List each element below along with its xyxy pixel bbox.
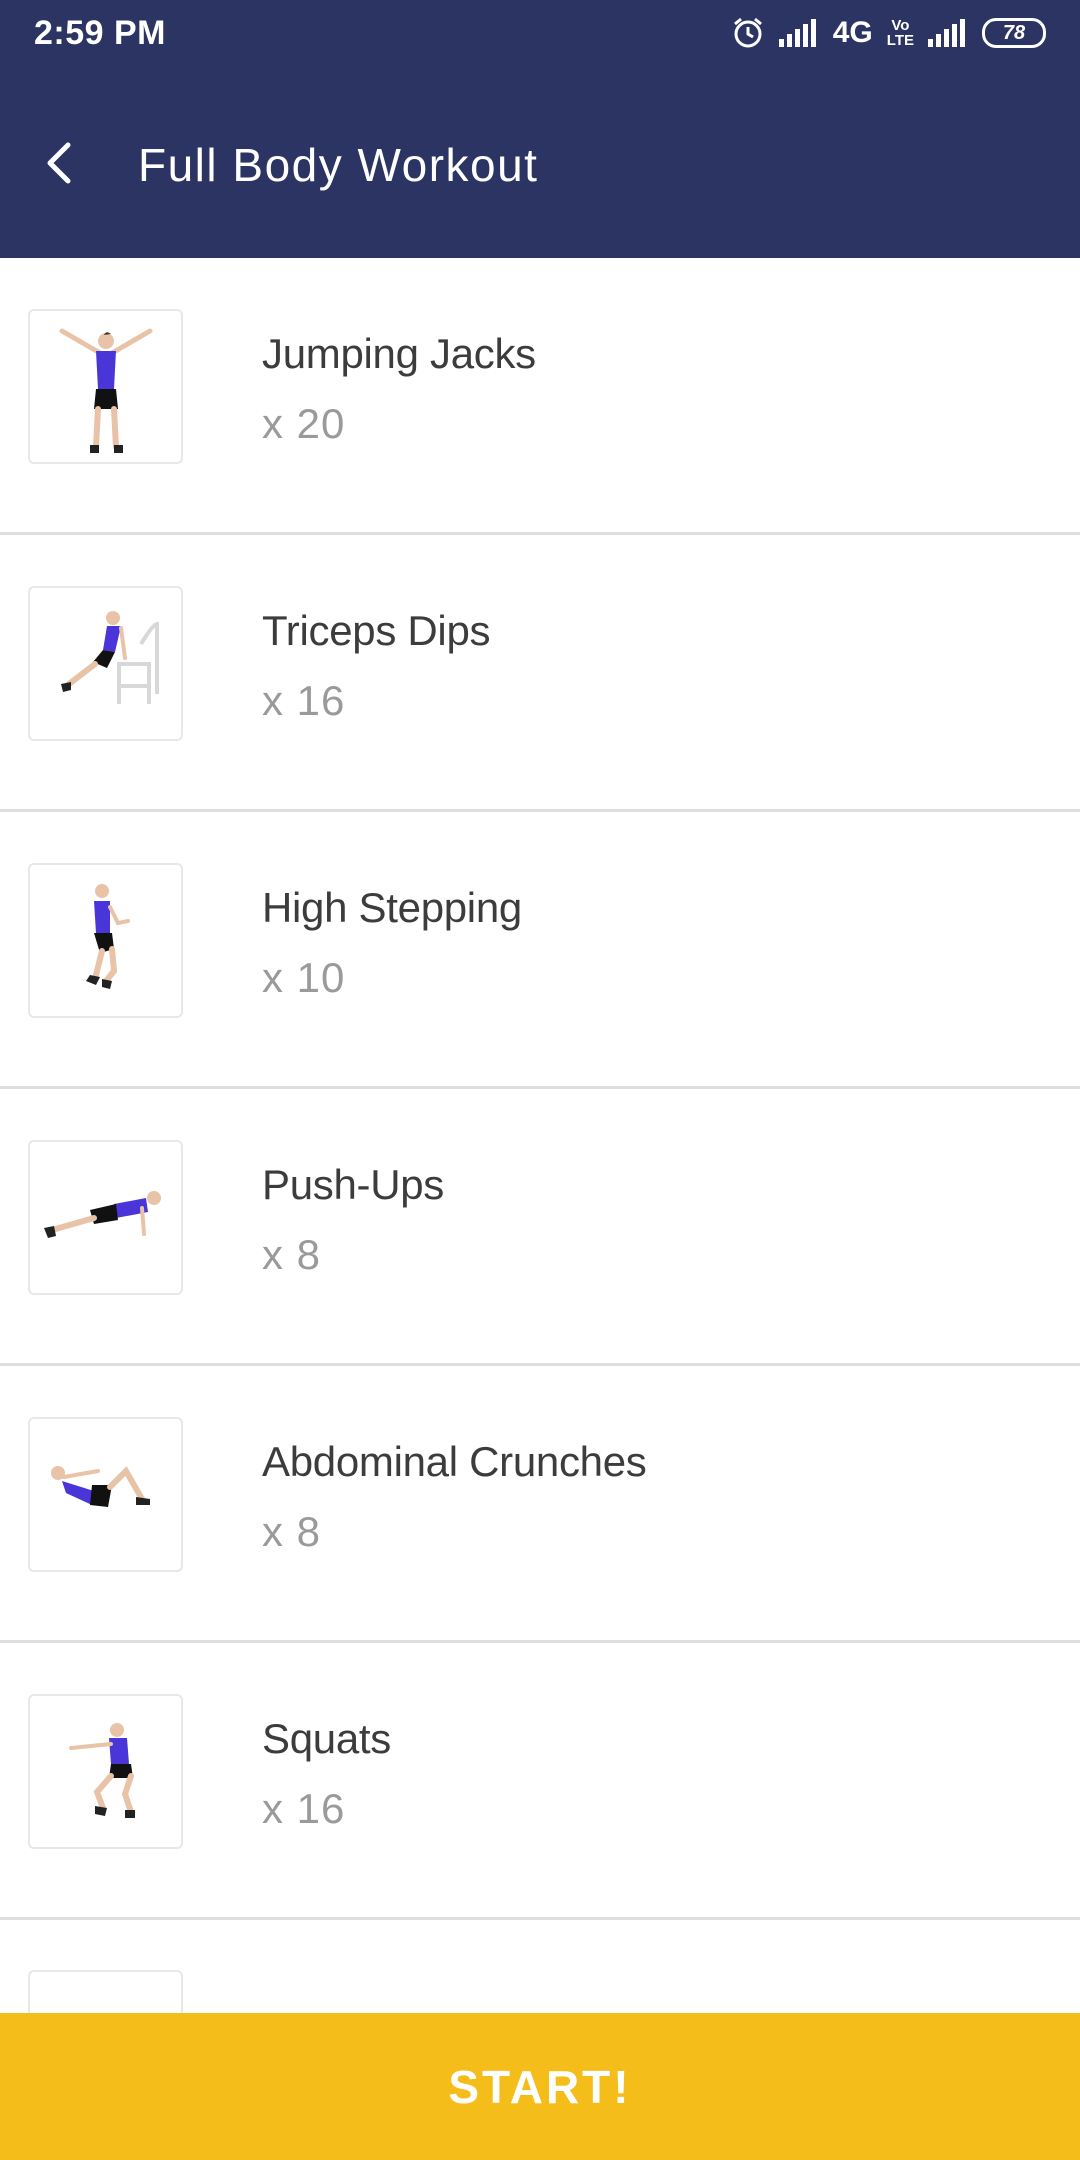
squats-figure-icon <box>68 1722 135 1818</box>
exercise-texts: High Stepping x 10 <box>262 884 522 1002</box>
volte-icon: Vo LTE <box>886 17 914 49</box>
back-button[interactable] <box>0 105 120 225</box>
push-ups-figure-icon <box>43 1190 161 1238</box>
exercise-row[interactable]: Squats x 16 <box>0 1643 1080 1920</box>
exercise-texts: Abdominal Crunches x 8 <box>262 1438 647 1556</box>
jumping-jacks-figure-icon <box>59 328 152 453</box>
exercise-texts: Jumping Jacks x 20 <box>262 330 536 448</box>
exercise-thumbnail <box>28 1417 183 1572</box>
battery-level: 78 <box>1002 21 1026 44</box>
arrow-back-icon <box>40 141 80 190</box>
start-button-label: START! <box>448 2060 632 2113</box>
app-bar: 2:59 PM 4G Vo LTE 78 Full Body Workout <box>0 0 1080 258</box>
exercise-name: High Stepping <box>262 884 522 931</box>
exercise-name: Triceps Dips <box>262 607 491 654</box>
exercise-row[interactable]: Triceps Dips x 16 <box>0 535 1080 812</box>
exercise-name: Abdominal Crunches <box>262 1438 647 1485</box>
exercise-thumbnail <box>28 1970 183 2013</box>
exercise-reps: x 16 <box>262 677 346 724</box>
exercise-thumbnail <box>28 1694 183 1849</box>
alarm-icon <box>731 16 765 50</box>
exercise-reps: x 20 <box>262 400 346 447</box>
exercise-texts: Push-Ups x 8 <box>262 1161 444 1279</box>
exercise-row[interactable]: High Stepping x 10 <box>0 812 1080 1089</box>
exercise-thumbnail <box>28 1140 183 1295</box>
status-time: 2:59 PM <box>34 13 166 52</box>
exercise-texts: Squats x 16 <box>262 1715 391 1833</box>
triceps-dips-figure-icon <box>60 610 159 704</box>
exercise-reps: x 8 <box>262 1231 322 1278</box>
signal-icon <box>778 19 819 47</box>
exercise-name: Jumping Jacks <box>262 330 536 377</box>
page-title: Full Body Workout <box>138 139 539 191</box>
signal-icon-2 <box>928 19 968 47</box>
exercise-reps: x 8 <box>262 1508 322 1555</box>
exercise-thumbnail <box>28 586 183 741</box>
exercise-thumbnail <box>28 309 183 464</box>
network-type: 4G <box>832 16 873 49</box>
exercise-thumbnail <box>28 863 183 1018</box>
abdominal-crunches-figure-icon <box>50 1465 150 1507</box>
exercise-row[interactable]: Abdominal Crunches x 8 <box>0 1366 1080 1643</box>
exercise-texts: Triceps Dips x 16 <box>262 607 491 725</box>
exercise-reps: x 10 <box>262 954 346 1001</box>
exercise-name: Squats <box>262 1715 391 1762</box>
start-button[interactable]: START! <box>0 2013 1080 2160</box>
status-bar: 2:59 PM 4G Vo LTE 78 <box>0 0 1080 66</box>
battery-icon: 78 <box>982 18 1046 48</box>
exercise-name: Push-Ups <box>262 1161 445 1208</box>
status-icons: 4G Vo LTE 78 <box>731 16 1046 50</box>
high-stepping-figure-icon <box>85 883 130 989</box>
exercise-row[interactable]: Jumping Jacks x 20 <box>0 258 1080 535</box>
exercise-list[interactable]: Jumping Jacks x 20 Triceps Dips x 16 Hig… <box>0 258 1080 2013</box>
exercise-row[interactable]: Push-Ups x 8 <box>0 1089 1080 1366</box>
exercise-reps: x 16 <box>262 1785 346 1832</box>
toolbar: Full Body Workout <box>0 100 1080 230</box>
exercise-row-partial[interactable] <box>0 1920 1080 2013</box>
workout-screen: 2:59 PM 4G Vo LTE 78 Full Body Workout J… <box>0 0 1080 2160</box>
